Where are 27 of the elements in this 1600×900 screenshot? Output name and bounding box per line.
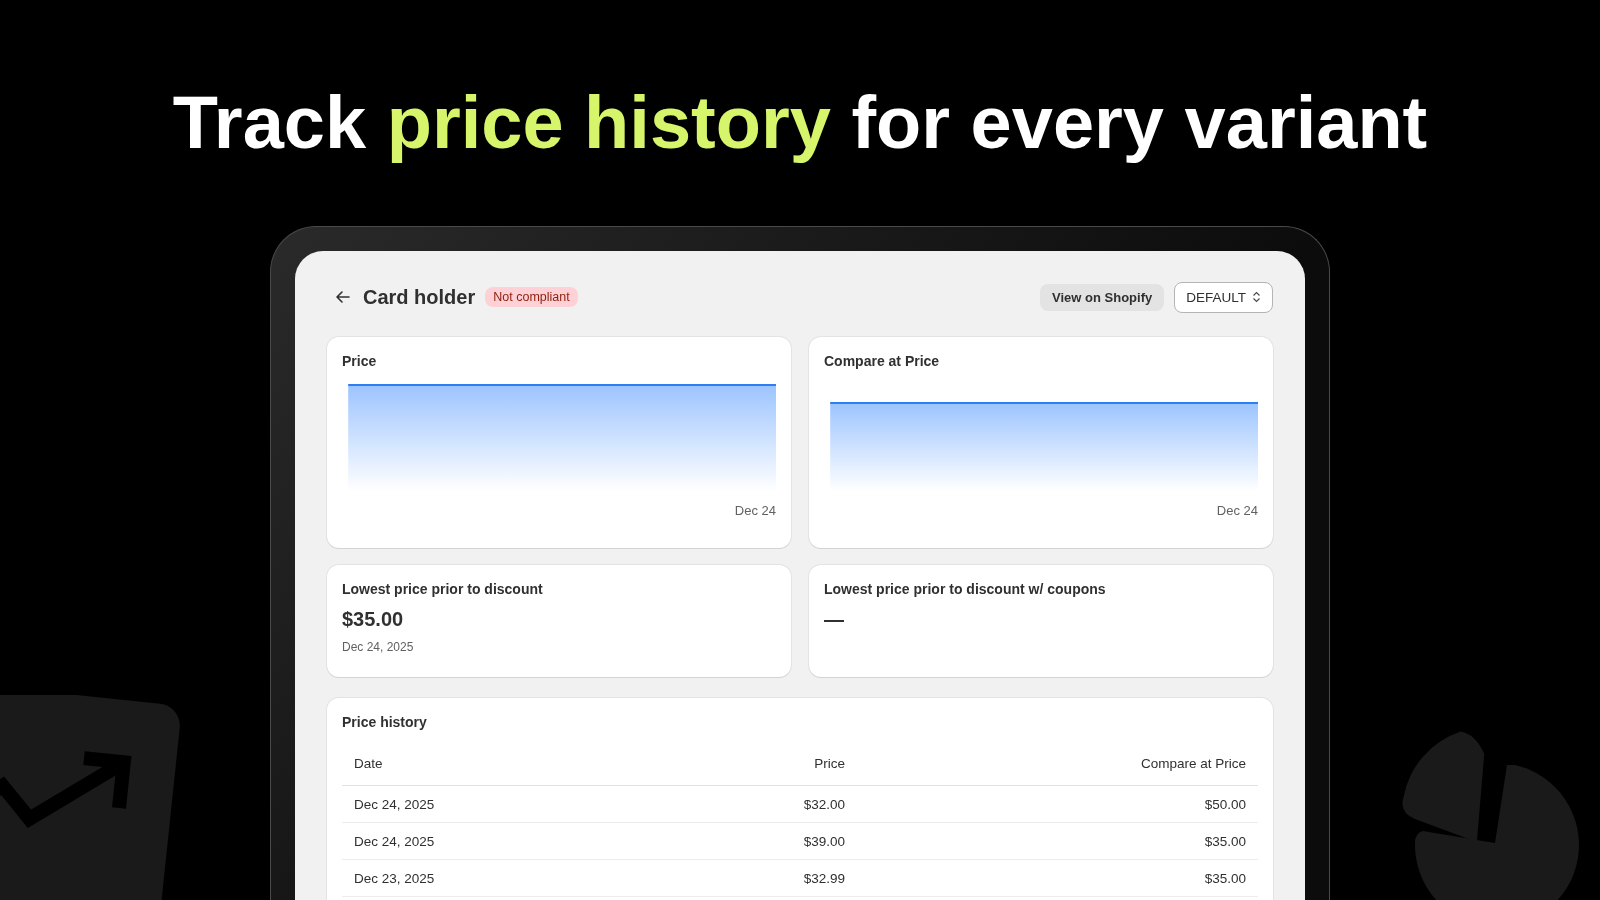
axis-label: Dec 24 (1216, 503, 1258, 518)
table-cell-text: $32.99 (802, 870, 845, 886)
variant-select[interactable]: DEFAULT (1174, 281, 1273, 313)
chevron-up-down-icon (1252, 291, 1261, 303)
table-cell-text: Dec 23, 2025 (354, 870, 436, 886)
table-cell-text: Dec 24, 2025 (354, 833, 436, 849)
table-cell-text: Dec 24, 2025 (354, 796, 436, 812)
table-cell-text: $39.00 (802, 833, 845, 849)
view-on-shopify-button[interactable]: View on Shopify (1040, 283, 1165, 311)
stat-date: Dec 24, 2025 (342, 640, 415, 654)
card-title: Lowest price prior to discount (342, 581, 544, 597)
column-header: Compare at Price (1139, 756, 1246, 771)
card-title: Price history (342, 714, 428, 730)
card-title: Price (342, 353, 378, 369)
stat-value: — (824, 608, 845, 631)
table-cell-text: $35.00 (1203, 870, 1246, 886)
axis-label: Dec 24 (734, 503, 776, 518)
card-title: Compare at Price (824, 353, 941, 369)
table-cell-text: $35.00 (1203, 833, 1246, 849)
card-title: Lowest price prior to discount w/ coupons (824, 581, 1107, 597)
stat-value: $35.00 (342, 608, 405, 631)
page-title: Card holder (363, 285, 476, 309)
table-cell-text: $50.00 (1203, 796, 1246, 812)
table-cell-text: $32.00 (802, 796, 845, 812)
column-header: Date (354, 756, 384, 771)
status-badge: Not compliant (485, 287, 578, 307)
column-header: Price (813, 756, 845, 771)
